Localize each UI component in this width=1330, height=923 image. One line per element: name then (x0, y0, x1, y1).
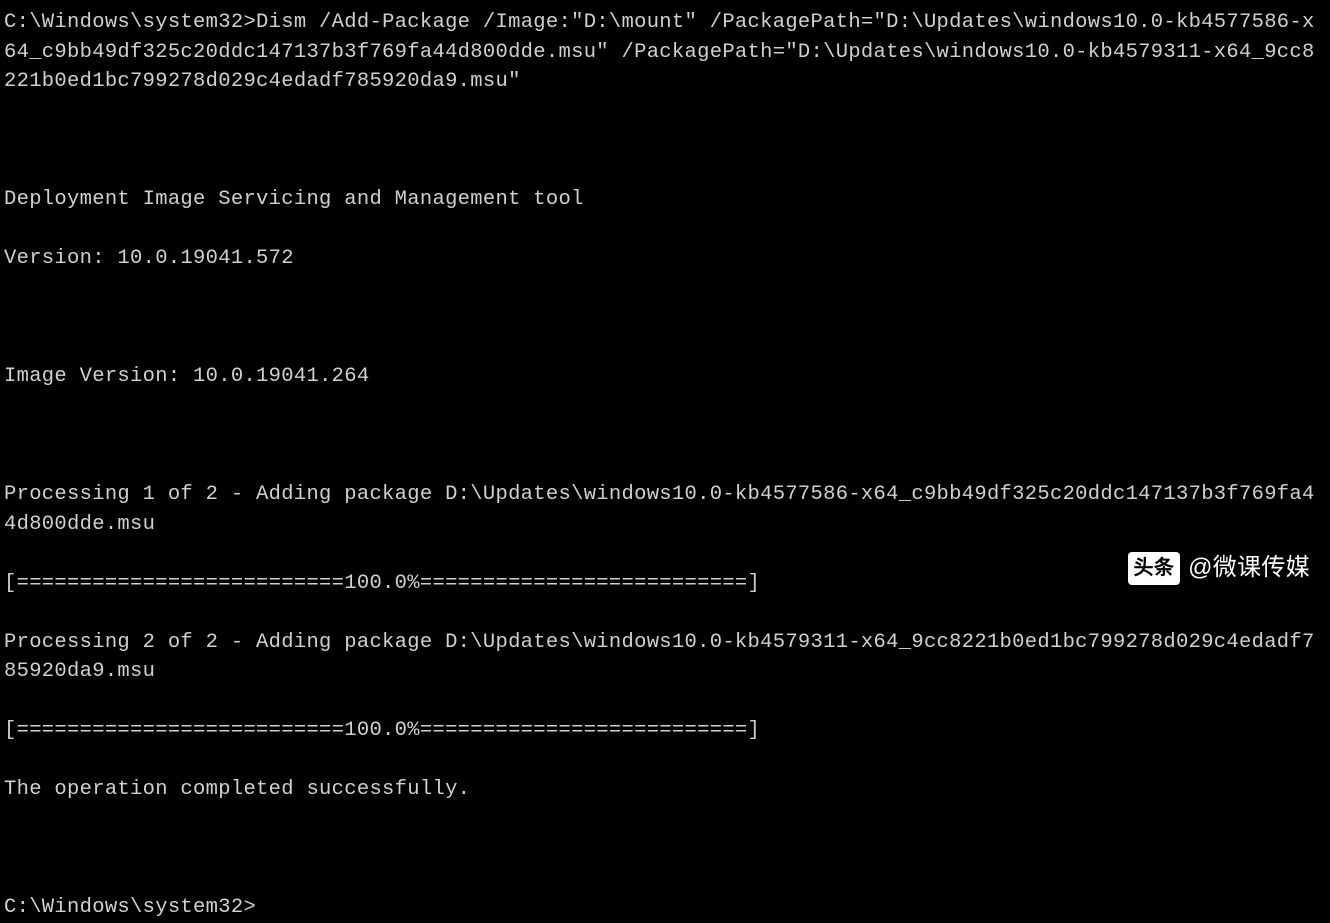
terminal-output[interactable]: C:\Windows\system32>Dism /Add-Package /I… (4, 8, 1326, 923)
watermark-text: @微课传媒 (1188, 551, 1310, 586)
command-line: C:\Windows\system32>Dism /Add-Package /I… (4, 8, 1326, 97)
version-line: Version: 10.0.19041.572 (4, 244, 1326, 274)
processing-1: Processing 1 of 2 - Adding package D:\Up… (4, 480, 1326, 539)
prompt: C:\Windows\system32> (4, 11, 256, 34)
blank-line (4, 421, 1326, 451)
tool-name: Deployment Image Servicing and Managemen… (4, 185, 1326, 215)
blank-line (4, 834, 1326, 864)
success-message: The operation completed successfully. (4, 775, 1326, 805)
watermark-badge: 头条 (1128, 552, 1181, 585)
progress-bar-2: [==========================100.0%=======… (4, 716, 1326, 746)
blank-line (4, 303, 1326, 333)
prompt-line: C:\Windows\system32> (4, 893, 1326, 923)
blank-line (4, 126, 1326, 156)
watermark: 头条 @微课传媒 (1128, 551, 1310, 586)
image-version-line: Image Version: 10.0.19041.264 (4, 362, 1326, 392)
processing-2: Processing 2 of 2 - Adding package D:\Up… (4, 628, 1326, 687)
